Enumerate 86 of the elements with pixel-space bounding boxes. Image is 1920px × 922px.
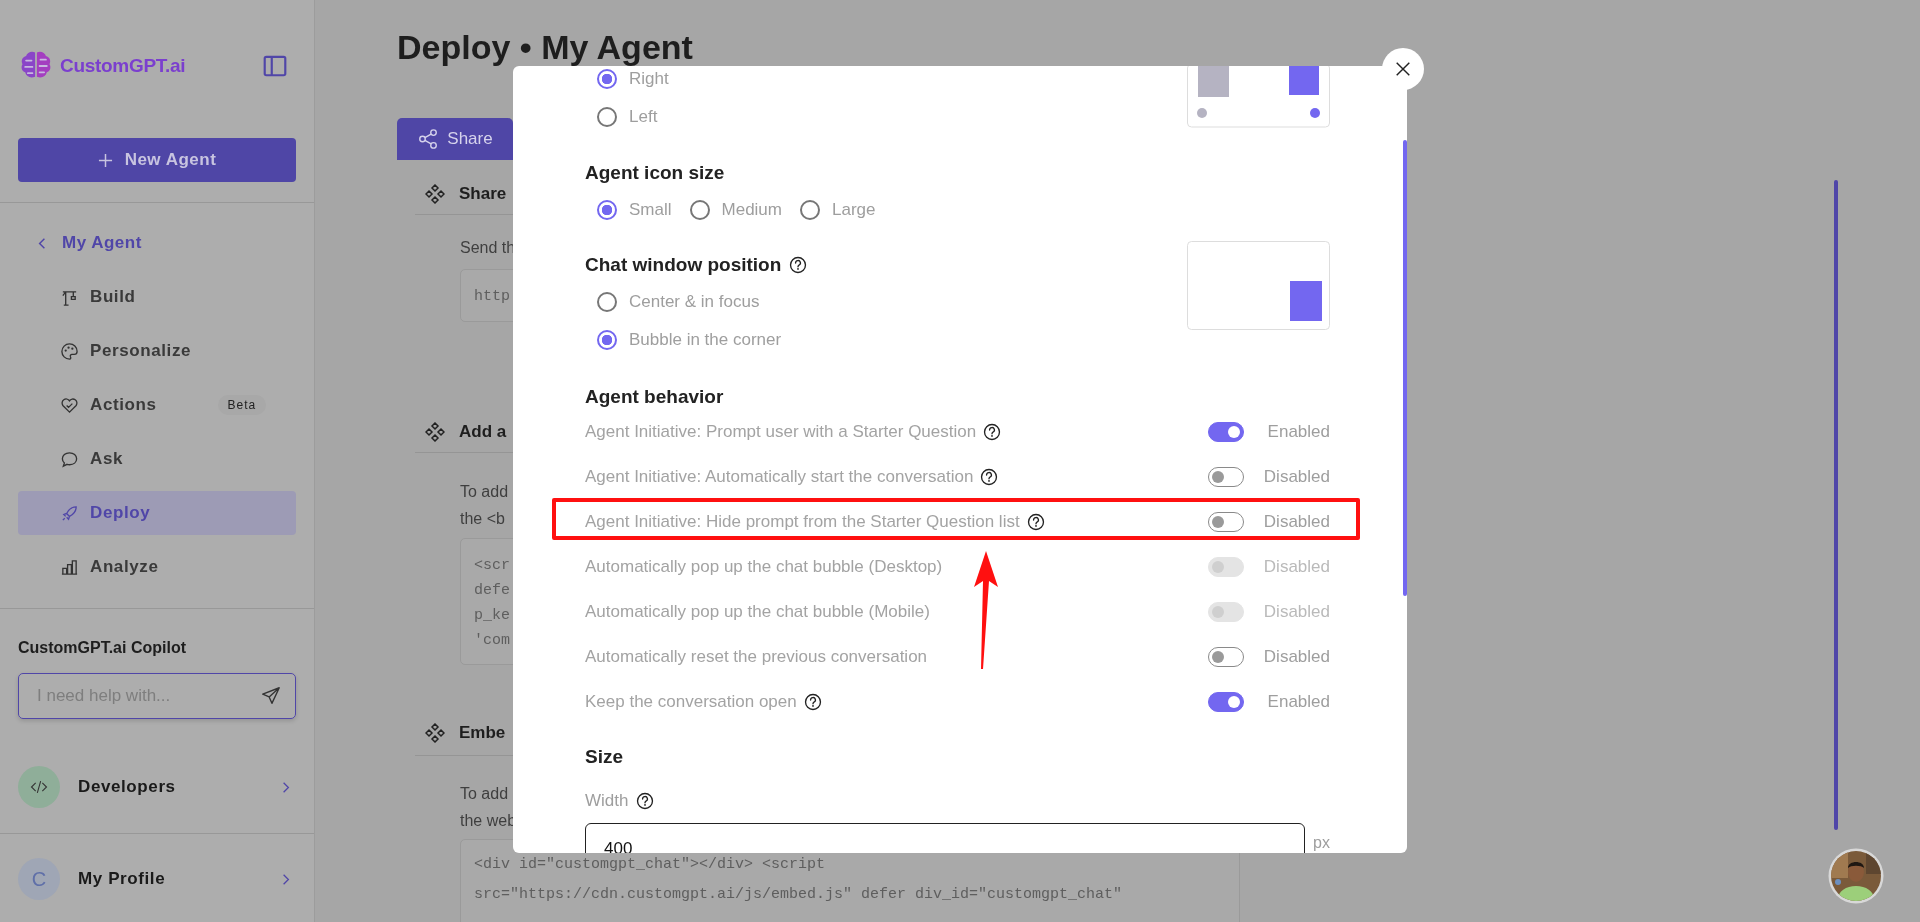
chevron-right-icon bbox=[282, 872, 290, 886]
toggle-switch[interactable] bbox=[1208, 466, 1244, 487]
radio-button[interactable] bbox=[689, 200, 710, 220]
nav-item[interactable]: Build bbox=[18, 275, 296, 319]
logo-text[interactable]: CustomGPT.ai bbox=[60, 55, 186, 77]
scroll-bar[interactable] bbox=[1834, 180, 1838, 830]
radio-label: Large bbox=[832, 200, 876, 220]
radio-button[interactable] bbox=[597, 107, 617, 127]
toggle-status: Disabled bbox=[1262, 466, 1330, 487]
setting-label: Agent Initiative: Hide prompt from the Starter Question list bbox=[585, 511, 1020, 532]
help-icon[interactable] bbox=[803, 692, 822, 711]
nav-item[interactable]: Deploy bbox=[18, 491, 296, 535]
section-heading: Agent behavior bbox=[585, 385, 725, 409]
toggle-switch[interactable] bbox=[1208, 421, 1244, 442]
section-heading: Agent icon size bbox=[585, 161, 726, 185]
setting-label: Agent Initiative: Prompt user with a Starter Question bbox=[585, 421, 977, 442]
diamonds-icon bbox=[425, 422, 445, 442]
toggle-switch[interactable] bbox=[1208, 511, 1244, 532]
radio-button[interactable] bbox=[597, 69, 617, 89]
toggle-status: Disabled bbox=[1262, 511, 1330, 532]
section-text: To add bbox=[460, 482, 509, 502]
profile-avatar: C bbox=[18, 858, 60, 900]
code-icon bbox=[18, 766, 60, 808]
rocket-icon bbox=[60, 503, 79, 523]
bar-chart-icon bbox=[60, 557, 79, 577]
back-link[interactable]: My Agent bbox=[18, 221, 142, 265]
section-heading: Embe bbox=[459, 723, 506, 743]
plus-icon bbox=[97, 152, 113, 168]
radio-label: Bubble in the corner bbox=[629, 330, 782, 350]
close-icon bbox=[1394, 60, 1412, 78]
sidebar-link[interactable]: C My Profile bbox=[18, 858, 296, 900]
beta-badge: Beta bbox=[217, 395, 267, 415]
section-heading: Add a bbox=[459, 422, 507, 442]
setting-label: Keep the conversation open bbox=[585, 691, 797, 712]
section-text: the <b bbox=[460, 509, 505, 529]
copilot-title: CustomGPT.ai Copilot bbox=[18, 638, 187, 658]
sidebar-toggle-icon[interactable] bbox=[262, 53, 288, 79]
toggle-status: Disabled bbox=[1262, 601, 1330, 622]
setting-label: Automatically pop up the chat bubble (Desktop) bbox=[585, 556, 943, 577]
palette-icon bbox=[60, 341, 79, 361]
section-text: To add bbox=[460, 784, 509, 804]
chevron-left-icon bbox=[38, 236, 46, 250]
radio-label: Left bbox=[629, 107, 658, 127]
help-icon[interactable] bbox=[983, 422, 1002, 441]
toggle-switch[interactable] bbox=[1208, 691, 1244, 712]
unit-label: px bbox=[1313, 834, 1330, 852]
nav-item[interactable]: Analyze bbox=[18, 545, 296, 589]
toggle-status: Enabled bbox=[1266, 691, 1330, 712]
share-tab[interactable]: Share bbox=[397, 118, 513, 160]
help-icon[interactable] bbox=[1026, 512, 1045, 531]
nav-item[interactable]: Ask bbox=[18, 437, 296, 481]
scroll-bar[interactable] bbox=[1403, 140, 1407, 596]
section-heading: Chat window position bbox=[585, 254, 782, 276]
new-agent-button[interactable]: New Agent bbox=[18, 138, 296, 182]
field-label: Width bbox=[585, 791, 629, 811]
toggle-status: Disabled bbox=[1262, 646, 1330, 667]
chat-bubble-icon bbox=[60, 449, 79, 469]
setting-label: Agent Initiative: Automatically start the conversation bbox=[585, 466, 974, 487]
radio-button[interactable] bbox=[800, 200, 820, 220]
section-heading: Size bbox=[585, 745, 625, 769]
toggle-status: Disabled bbox=[1262, 556, 1330, 577]
send-icon[interactable] bbox=[260, 685, 282, 707]
diamonds-icon bbox=[425, 723, 445, 743]
section-heading: Share bbox=[459, 184, 507, 204]
help-icon[interactable] bbox=[636, 792, 655, 810]
radio-label: Small bbox=[629, 200, 672, 220]
setting-label: Automatically pop up the chat bubble (Mobile) bbox=[585, 601, 930, 622]
share-icon bbox=[417, 128, 440, 150]
nav-item[interactable]: Actions Beta bbox=[18, 383, 296, 427]
setting-label: Automatically reset the previous conversation bbox=[585, 646, 928, 667]
radio-button[interactable] bbox=[597, 330, 617, 350]
radio-label: Right bbox=[629, 69, 669, 89]
toggle-status: Enabled bbox=[1266, 421, 1330, 442]
help-icon[interactable] bbox=[980, 467, 999, 486]
toggle-switch[interactable] bbox=[1208, 646, 1244, 667]
chevron-right-icon bbox=[282, 780, 290, 794]
diamonds-icon bbox=[425, 184, 445, 204]
radio-label: Center & in focus bbox=[629, 292, 760, 312]
nav-item[interactable]: Personalize bbox=[18, 329, 296, 373]
heart-icon bbox=[60, 395, 79, 415]
sidebar-link[interactable]: Developers bbox=[18, 766, 296, 808]
page-title: Deploy • My Agent bbox=[397, 27, 694, 68]
radio-button[interactable] bbox=[597, 292, 617, 312]
radio-button[interactable] bbox=[597, 200, 617, 220]
radio-label: Medium bbox=[721, 200, 782, 220]
help-icon[interactable] bbox=[789, 256, 808, 274]
